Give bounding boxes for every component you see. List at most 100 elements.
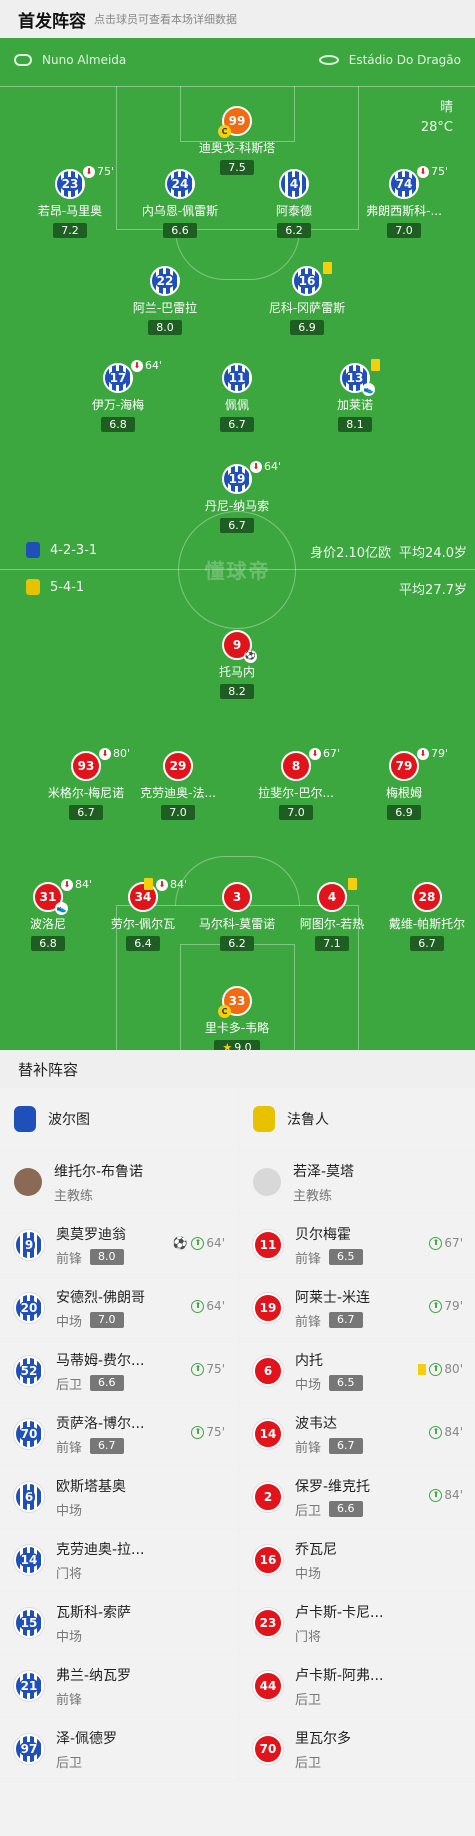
sub-in-minute: 80' bbox=[444, 1362, 463, 1376]
sub-player-number: 14 bbox=[259, 1427, 277, 1441]
sub-player-number-circle: 16 bbox=[253, 1545, 283, 1575]
coach-role: 主教练 bbox=[293, 1188, 333, 1204]
home-player[interactable]: 16 尼科-冈萨雷斯 6.9 bbox=[252, 262, 362, 335]
sub-player-position: 后卫 bbox=[295, 1755, 322, 1771]
away-player[interactable]: 8 ⬇ 67' 拉斐尔-巴尔... 7.0 bbox=[241, 747, 351, 820]
away-stats: 平均27.7岁 bbox=[391, 579, 467, 598]
player-number-circle: 4 bbox=[317, 882, 347, 912]
sub-out-indicator: ⬇ 79' bbox=[417, 747, 448, 760]
sub-player-row[interactable]: 20 安德烈-佛朗哥 中场 7.0 ⬆ 64' bbox=[0, 1277, 237, 1340]
sub-player-position: 中场 bbox=[56, 1314, 83, 1330]
player-name: 托马内 bbox=[218, 665, 255, 679]
sub-player-rating: 6.5 bbox=[329, 1375, 363, 1391]
sub-in-icon: ⬆ bbox=[191, 1425, 205, 1439]
sub-player-rating: 8.0 bbox=[90, 1249, 124, 1265]
sub-in-indicator: ⬆ 75' bbox=[191, 1425, 225, 1439]
sub-player-info: 保罗-维克托 后卫 6.6 bbox=[295, 1476, 370, 1519]
sub-player-number: 6 bbox=[263, 1364, 273, 1378]
sub-player-row[interactable]: 2 保罗-维克托 后卫 6.6 ⬆ 84' bbox=[239, 1466, 475, 1529]
sub-player-row[interactable]: 44 卢卡斯-阿弗... 后卫 bbox=[239, 1655, 475, 1718]
player-number-circle: 23 bbox=[55, 169, 85, 199]
sub-player-row[interactable]: 6 内托 中场 6.5 ⬆ 80' bbox=[239, 1340, 475, 1403]
home-player[interactable]: 17 ⬇ 64' 伊万-海梅 6.8 bbox=[63, 359, 173, 432]
coach-row[interactable]: 若泽-莫塔主教练 bbox=[239, 1151, 475, 1214]
sub-player-rating: 6.7 bbox=[329, 1438, 363, 1454]
away-team-row[interactable]: 法鲁人 bbox=[239, 1088, 475, 1151]
away-player[interactable]: 3 马尔科-莫雷诺 6.2 bbox=[182, 882, 292, 951]
home-player[interactable]: 74 ⬇ 75' 弗朗西斯科-... 7.0 bbox=[349, 165, 459, 238]
player-number-circle: 33 C bbox=[218, 986, 252, 1018]
player-rating: 6.7 bbox=[410, 936, 444, 951]
sub-player-row[interactable]: 15 瓦斯科-索萨 中场 bbox=[0, 1592, 237, 1655]
away-subs-column: 法鲁人 若泽-莫塔 主教练 11 贝尔梅霍 前锋 6.5 ⬆ 67' 19 阿莱士-米连 前锋 6.7 ⬆… bbox=[238, 1088, 475, 1781]
sub-in-icon: ⬆ bbox=[429, 1236, 443, 1250]
sub-in-indicator: ⚽ ⬆ 64' bbox=[172, 1236, 225, 1250]
sub-player-meta: 中场 bbox=[56, 1626, 131, 1645]
player-rating: 6.8 bbox=[101, 417, 135, 432]
team-name: 波尔图 bbox=[48, 1112, 90, 1128]
sub-out-indicator: ⬇ 75' bbox=[83, 165, 114, 178]
sub-player-row[interactable]: 19 阿莱士-米连 前锋 6.7 ⬆ 79' bbox=[239, 1277, 475, 1340]
sub-player-number: 23 bbox=[259, 1616, 277, 1630]
sub-player-row[interactable]: 6 欧斯塔基奥 中场 bbox=[0, 1466, 237, 1529]
sub-player-row[interactable]: 14 克劳迪奥-拉... 门将 bbox=[0, 1529, 237, 1592]
coach-row[interactable]: 维托尔-布鲁诺 主教练 bbox=[0, 1151, 237, 1214]
player-name: 克劳迪奥-法... bbox=[140, 786, 216, 800]
away-player[interactable]: 9 ⚽ 托马内 8.2 bbox=[182, 630, 292, 699]
home-player[interactable]: 13 👟 加莱诺 8.1 bbox=[300, 359, 410, 432]
home-team-row[interactable]: 波尔图 bbox=[0, 1088, 237, 1151]
sub-player-row[interactable]: 14 波韦达 前锋 6.7 ⬆ 84' bbox=[239, 1403, 475, 1466]
sub-player-row[interactable]: 11 贝尔梅霍 前锋 6.5 ⬆ 67' bbox=[239, 1214, 475, 1277]
lineup-title: 首发阵容 bbox=[18, 11, 86, 32]
player-number-circle: 3 bbox=[222, 882, 252, 912]
captain-icon: C bbox=[218, 1005, 231, 1018]
home-player[interactable]: 24 内乌恩-佩雷斯 6.6 bbox=[125, 169, 235, 238]
away-player[interactable]: 33 C 里卡多-韦略 ★ 9.0 bbox=[182, 986, 292, 1050]
sub-player-row[interactable]: 21 弗兰-纳瓦罗 前锋 bbox=[0, 1655, 237, 1718]
home-player[interactable]: 4 阿泰德 6.2 bbox=[239, 169, 349, 238]
sub-player-number: 15 bbox=[18, 1616, 40, 1630]
player-number-circle: 16 bbox=[292, 266, 322, 296]
player-name: 里卡多-韦略 bbox=[204, 1021, 270, 1035]
sub-player-row[interactable]: 97 泽-佩德罗 后卫 bbox=[0, 1718, 237, 1781]
sub-player-position: 后卫 bbox=[56, 1377, 83, 1393]
sub-player-row[interactable]: 52 马蒂姆-费尔... 后卫 6.6 ⬆ 75' bbox=[0, 1340, 237, 1403]
player-number-circle: 4 bbox=[279, 169, 309, 199]
player-rating: 8.2 bbox=[220, 684, 254, 699]
coach-name: 若泽-莫塔 bbox=[293, 1163, 355, 1180]
sub-in-indicator: ⬆ 75' bbox=[191, 1362, 225, 1376]
player-number: 3 bbox=[232, 890, 242, 904]
sub-in-minute: 79' bbox=[444, 1299, 463, 1313]
home-player[interactable]: 19 ⬇ 64' 丹尼-纳马索 6.7 bbox=[182, 460, 292, 533]
sub-player-name: 卢卡斯-卡尼... bbox=[295, 1604, 384, 1621]
sub-player-number-circle: 44 bbox=[253, 1671, 283, 1701]
sub-player-row[interactable]: 9 奥莫罗迪翁 前锋 8.0 ⚽ ⬆ 64' bbox=[0, 1214, 237, 1277]
home-player[interactable]: 23 ⬇ 75' 若昂-马里奥 7.2 bbox=[15, 165, 125, 238]
away-player[interactable]: 28 戴维-帕斯托尔 6.7 bbox=[372, 882, 475, 951]
assist-icon: 👟 bbox=[362, 383, 375, 396]
home-player[interactable]: 11 佩佩 6.7 bbox=[182, 363, 292, 432]
player-number-circle: 29 bbox=[163, 751, 193, 781]
away-player[interactable]: 4 阿图尔-若热 7.1 bbox=[277, 878, 387, 951]
away-player[interactable]: 29 克劳迪奥-法... 7.0 bbox=[123, 751, 233, 820]
home-player[interactable]: 22 阿兰-巴雷拉 8.0 bbox=[110, 266, 220, 335]
sub-player-meta: 门将 bbox=[56, 1563, 144, 1582]
player-name: 阿兰-巴雷拉 bbox=[132, 301, 198, 315]
sub-player-number-circle: 14 bbox=[14, 1545, 44, 1575]
player-name: 阿泰德 bbox=[275, 204, 312, 218]
home-player[interactable]: 99 C 迪奥戈-科斯塔 7.5 bbox=[182, 106, 292, 175]
porto-badge-icon bbox=[14, 1106, 36, 1132]
sub-player-row[interactable]: 23 卢卡斯-卡尼... 门将 bbox=[239, 1592, 475, 1655]
sub-player-meta: 前锋 6.7 bbox=[295, 1437, 363, 1456]
sub-player-row[interactable]: 70 贡萨洛-博尔... 前锋 6.7 ⬆ 75' bbox=[0, 1403, 237, 1466]
player-number-circle: 28 bbox=[412, 882, 442, 912]
sub-player-row[interactable]: 16 乔瓦尼 中场 bbox=[239, 1529, 475, 1592]
away-formation-text: 5-4-1 bbox=[50, 579, 85, 595]
sub-player-number: 70 bbox=[18, 1427, 40, 1441]
away-player[interactable]: 79 ⬇ 79' 梅根姆 6.9 bbox=[349, 747, 459, 820]
sub-player-rating: 7.0 bbox=[90, 1312, 124, 1328]
sub-out-minute: 75' bbox=[97, 165, 115, 178]
sub-out-icon: ⬇ bbox=[417, 747, 429, 760]
sub-player-info: 内托 中场 6.5 bbox=[295, 1350, 363, 1393]
sub-player-row[interactable]: 70 里瓦尔多 后卫 bbox=[239, 1718, 475, 1781]
